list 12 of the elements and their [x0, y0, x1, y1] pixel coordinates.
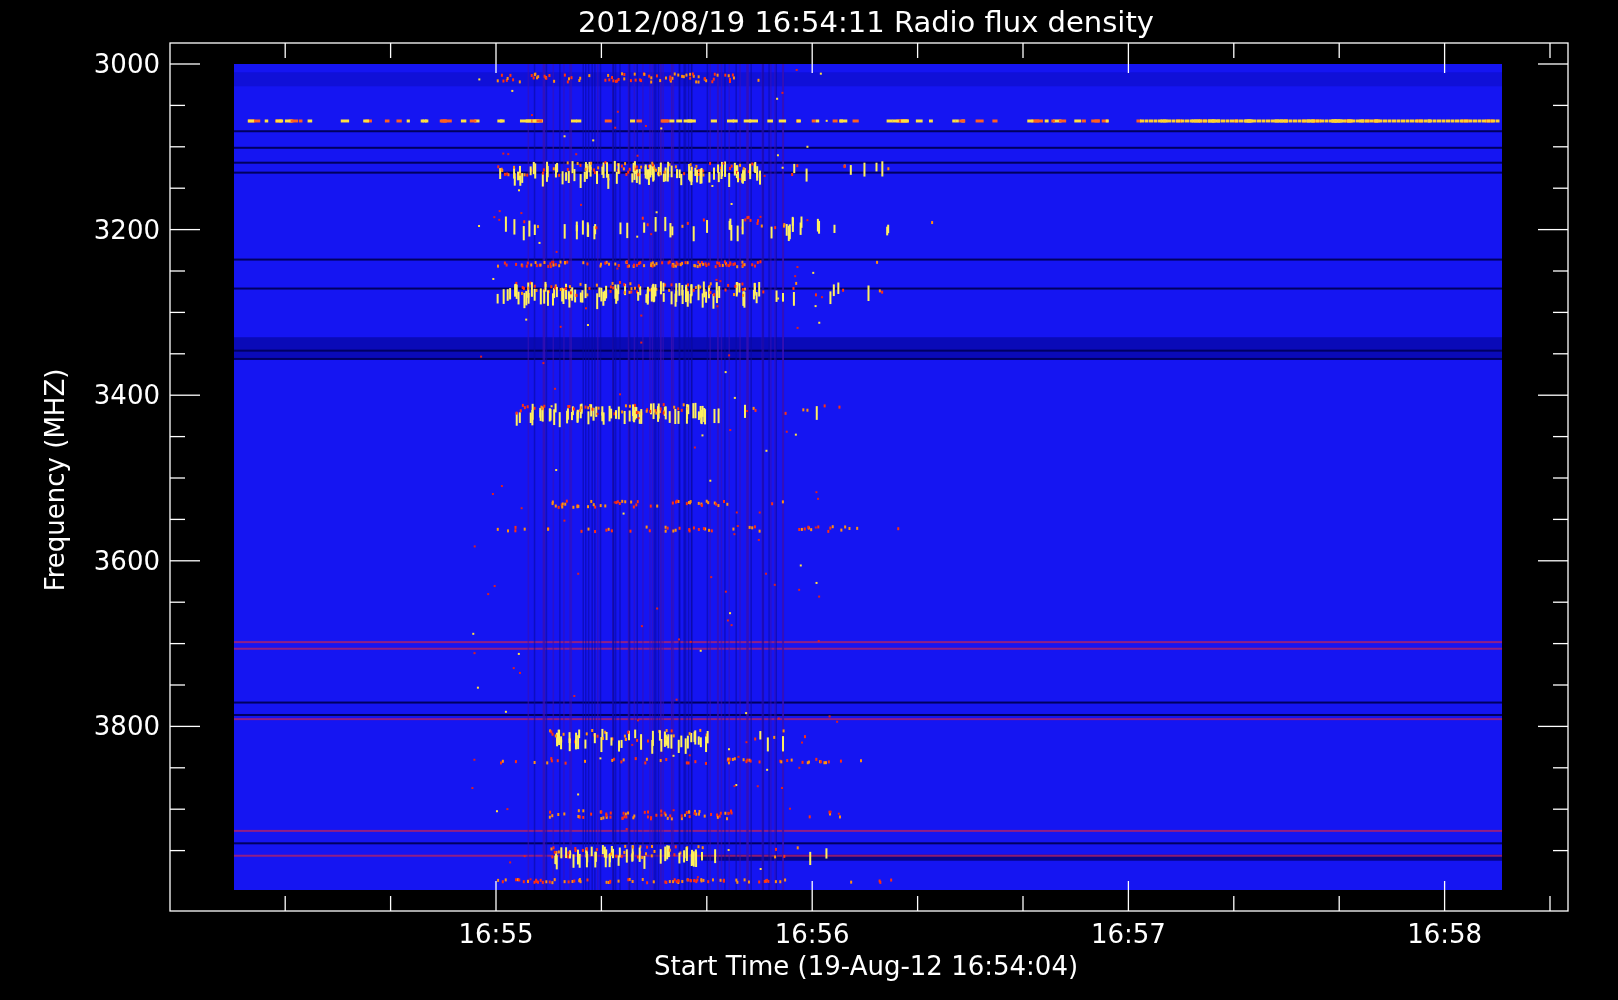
axis-tick-label: 3600 [93, 545, 160, 576]
axis-tick-label: 3000 [93, 49, 160, 79]
axis-tick-label: 16:55 [458, 919, 534, 949]
chart-title: 2012/08/19 16:54:11 Radio flux density [578, 5, 1154, 39]
axis-tick-label: 16:57 [1090, 919, 1166, 949]
axis-tick-label: 16:58 [1407, 919, 1483, 949]
axis-title: Start Time (19-Aug-12 16:54:04) [653, 951, 1079, 981]
axis-tick-label: 3200 [93, 214, 160, 245]
axis-tick-label: 16:56 [774, 919, 850, 949]
axis-tick-label: 3400 [93, 380, 160, 411]
axis-title: Frequency (MHZ) [40, 368, 70, 592]
axis-tick-label: 3800 [93, 711, 160, 742]
